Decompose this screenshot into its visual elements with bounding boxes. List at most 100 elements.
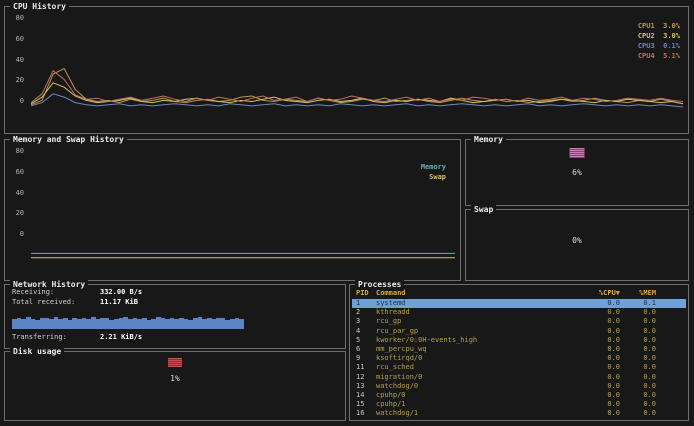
process-cell: 0.0: [607, 335, 620, 344]
y-axis-tick: 80: [15, 14, 24, 22]
column-command[interactable]: Command: [376, 289, 580, 298]
process-cell: kworker/0:0H-events_high: [376, 335, 478, 344]
process-cell: 0.0: [643, 354, 656, 363]
process-table-header: PID Command %CPU▼ %MEM: [352, 289, 686, 298]
process-row[interactable]: 5 kworker/0:0H-events_high 0.0 0.0: [352, 336, 686, 345]
process-cell: 13: [356, 381, 365, 390]
process-cell: 0.1: [643, 299, 656, 307]
process-row[interactable]: 11 rcu_sched 0.0 0.0: [352, 363, 686, 372]
column-mem[interactable]: %MEM: [620, 289, 656, 298]
y-axis-tick: 60: [15, 34, 24, 43]
process-cell: 2: [356, 308, 361, 317]
process-cell: 0.0: [607, 390, 620, 399]
cpu-y-axis: 80 60 40 20 0: [8, 15, 24, 105]
process-row[interactable]: 3 rcu_gp 0.0 0.0: [352, 317, 686, 326]
legend-item: CPU1 3.0%: [637, 22, 680, 30]
transferring-row: Transferring: 2.21 KiB/s: [12, 333, 142, 341]
process-cell: ksoftirqd/0: [376, 354, 423, 363]
process-table-body: 1 systemd 0.0 0.1 2 kthreadd 0.0 0.0 3 rcu_gp 0.0 0…: [352, 299, 686, 419]
process-cell: 9: [356, 354, 361, 363]
memory-gauge-panel: Memory 6%: [465, 135, 689, 206]
total-received-value: 11.17 KiB: [100, 298, 138, 306]
process-cell: 0.0: [643, 390, 656, 399]
process-cell: 0.0: [607, 381, 620, 390]
process-cell: rcu_sched: [376, 363, 414, 372]
process-row[interactable]: 16 watchdog/1 0.0 0.0: [352, 409, 686, 418]
legend-item: CPU2 3.0%: [637, 32, 680, 40]
cpu-legend: CPU1 3.0% CPU2 3.0% CPU3 0.1% CPU4 5.1%: [638, 21, 680, 61]
process-row[interactable]: 13 watchdog/0 0.0 0.0: [352, 382, 686, 391]
y-axis-tick: 60: [15, 167, 24, 176]
process-cell: mm_percpu_wq: [376, 344, 427, 353]
process-cell: 14: [356, 390, 365, 399]
process-cell: 0.0: [607, 372, 620, 381]
disk-meter: [168, 358, 182, 367]
column-pid[interactable]: PID: [356, 289, 376, 298]
y-axis-tick: 40: [15, 188, 24, 197]
legend-item: CPU3 0.1%: [637, 42, 680, 50]
cpu-history-panel: CPU History 80 60 40 20 0 CPU1 3.0% CPU2 3.0%…: [4, 2, 689, 134]
process-cell: 0.0: [643, 400, 656, 409]
legend-item: Swap: [429, 173, 446, 181]
process-cell: 12: [356, 372, 365, 381]
process-cell: 11: [356, 363, 365, 372]
network-history-panel: Network History Receiving: 332.00 B/s To…: [4, 280, 346, 349]
column-cpu[interactable]: %CPU▼: [580, 289, 620, 298]
cpu-history-title: CPU History: [10, 2, 69, 11]
process-cell: 0.0: [607, 317, 620, 326]
receiving-value: 332.00 B/s: [100, 288, 143, 296]
cpu-history-chart: [31, 67, 683, 108]
memory-swap-history-chart: [31, 252, 455, 259]
process-row[interactable]: 4 rcu_par_gp 0.0 0.0: [352, 327, 686, 336]
process-cell: 0.0: [607, 344, 620, 353]
process-cell: 6: [356, 344, 361, 353]
process-row[interactable]: 14 cpuhp/0 0.0 0.0: [352, 391, 686, 400]
memory-swap-history-title: Memory and Swap History: [10, 135, 127, 144]
process-cell: 15: [356, 400, 365, 409]
process-row[interactable]: 9 ksoftirqd/0 0.0 0.0: [352, 354, 686, 363]
process-row[interactable]: 12 migration/0 0.0 0.0: [352, 373, 686, 382]
process-cell: 0.0: [643, 372, 656, 381]
process-cell: 0.0: [607, 299, 620, 307]
process-cell: 0.0: [643, 344, 656, 353]
y-axis-tick: 0: [19, 230, 24, 238]
y-axis-tick: 80: [15, 147, 24, 155]
legend-item: Memory: [420, 163, 446, 171]
series-cpu4: [31, 69, 683, 103]
process-row[interactable]: 2 kthreadd 0.0 0.0: [352, 308, 686, 317]
process-cell: migration/0: [376, 372, 423, 381]
total-received-label: Total received:: [12, 298, 76, 306]
process-cell: cpuhp/1: [376, 400, 406, 409]
process-cell: 16: [356, 409, 365, 418]
transferring-value: 2.21 KiB/s: [100, 333, 143, 341]
process-cell: 0.0: [607, 400, 620, 409]
swap-gauge-title: Swap: [471, 205, 497, 214]
memory-percent: 6%: [572, 168, 582, 177]
process-row[interactable]: 15 cpuhp/1 0.0 0.0: [352, 400, 686, 409]
process-cell: 0.0: [607, 363, 620, 372]
process-cell: watchdog/1: [376, 409, 419, 418]
process-cell: 0.0: [607, 409, 620, 418]
memory-swap-history-panel: Memory and Swap History 80 60 40 20 0 Memory…: [4, 135, 461, 281]
memory-meter: [569, 148, 585, 158]
swap-percent: 0%: [572, 236, 582, 245]
total-received-row: Total received: 11.17 KiB: [12, 298, 138, 306]
process-cell: 0.0: [607, 326, 620, 335]
memory-y-axis: 80 60 40 20 0: [8, 148, 24, 238]
y-axis-tick: 20: [15, 209, 24, 218]
process-cell: 4: [356, 326, 361, 335]
legend-item: CPU4 5.1%: [637, 52, 680, 60]
disk-usage-panel: Disk usage 1%: [4, 347, 346, 421]
process-cell: 0.0: [643, 409, 656, 418]
disk-percent: 1%: [170, 374, 180, 383]
processes-panel: Processes PID Command %CPU▼ %MEM 1 system…: [349, 280, 689, 421]
process-row[interactable]: 6 mm_percpu_wq 0.0 0.0: [352, 345, 686, 354]
network-receiving-chart: [12, 313, 245, 329]
processes-title: Processes: [355, 280, 405, 289]
process-cell: rcu_gp: [376, 317, 402, 326]
process-row[interactable]: 1 systemd 0.0 0.1: [352, 299, 686, 309]
disk-usage-title: Disk usage: [10, 347, 65, 356]
process-cell: 5: [356, 335, 361, 344]
receiving-row: Receiving: 332.00 B/s: [12, 288, 142, 296]
process-cell: 0.0: [607, 308, 620, 317]
